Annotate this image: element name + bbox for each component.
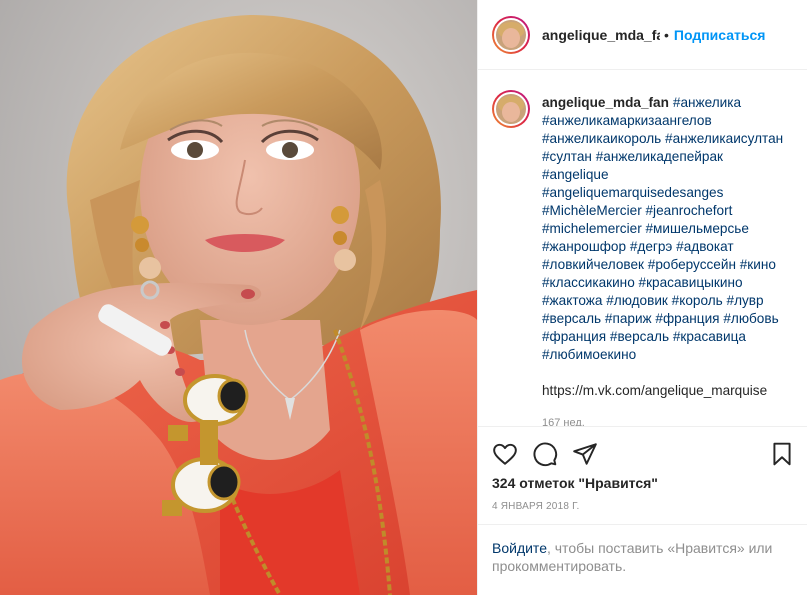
hashtag-link[interactable]: #людовик [606,293,668,308]
hashtag-link[interactable]: #анжеликаисултан [665,131,783,146]
hashtag-link[interactable]: #версаль [542,311,601,326]
hashtag-link[interactable]: #адвокат [676,239,733,254]
caption-avatar[interactable] [492,90,530,128]
bookmark-icon[interactable] [769,441,795,467]
login-link[interactable]: Войдите [492,540,547,556]
caption-area: angelique_mda_fan #анжелика #анжеликамарк… [478,70,807,427]
hashtag-link[interactable]: #лувр [727,293,764,308]
follow-button[interactable]: Подписаться [674,27,766,43]
hashtag-link[interactable]: #angelique [542,167,609,182]
heart-icon[interactable] [492,441,518,467]
hashtag-link[interactable]: #султан [542,149,592,164]
header-username-link[interactable]: angelique_mda_fan [542,27,660,43]
portrait-image [0,0,477,595]
action-bar [478,433,807,475]
login-prompt: Войдите, чтобы поставить «Нравится» или … [478,524,807,595]
avatar-image [494,92,528,126]
hashtag-link[interactable]: #jeanrochefort [646,203,733,218]
hashtag-link[interactable]: #любовь [723,311,778,326]
hashtag-list: #анжелика #анжеликамаркизаангелов #анжел… [542,95,783,362]
caption-text: angelique_mda_fan #анжелика #анжеликамарк… [542,94,787,426]
hashtag-link[interactable]: #анжеликадепейрак [596,149,723,164]
hashtag-link[interactable]: #париж [605,311,652,326]
post-date[interactable]: 4 января 2018 г. [478,491,807,512]
hashtag-link[interactable]: #любимоекино [542,347,636,362]
hashtag-link[interactable]: #анжеликаикороль [542,131,661,146]
hashtag-link[interactable]: #классикакино [542,275,635,290]
hashtag-link[interactable]: #мишельмерсье [646,221,749,236]
hashtag-link[interactable]: #король [672,293,723,308]
separator-dot: • [664,26,669,43]
hashtag-link[interactable]: #MichèleMercier [542,203,642,218]
hashtag-link[interactable]: #версаль [610,329,669,344]
hashtag-link[interactable]: #жактожа [542,293,602,308]
hashtag-link[interactable]: #анжеликамаркизаангелов [542,113,712,128]
caption-age[interactable]: 167 нед. [542,414,787,426]
post-photo[interactable] [0,0,477,595]
likes-count[interactable]: 324 отметок "Нравится" [478,475,807,491]
hashtag-link[interactable]: #красавицыкино [639,275,743,290]
paper-plane-icon[interactable] [572,441,598,467]
avatar[interactable] [492,15,530,54]
hashtag-link[interactable]: #роберуссейн [648,257,736,272]
external-link: https://m.vk.com/angelique_marquise [542,383,768,398]
caption-username-link[interactable]: angelique_mda_fan [542,95,669,110]
hashtag-link[interactable]: #кино [740,257,776,272]
hashtag-link[interactable]: #франция [542,329,606,344]
post-side-panel: angelique_mda_fan • Подписаться angeliqu… [477,0,807,595]
comment-icon[interactable] [532,441,558,467]
hashtag-link[interactable]: #michelemercier [542,221,642,236]
hashtag-link[interactable]: #angeliquemarquisedesanges [542,185,723,200]
hashtag-link[interactable]: #ловкийчеловек [542,257,644,272]
hashtag-link[interactable]: #анжелика [673,95,741,110]
post-header: angelique_mda_fan • Подписаться [478,0,807,70]
hashtag-link[interactable]: #красавица [673,329,746,344]
avatar-image [494,17,528,52]
hashtag-link[interactable]: #франция [655,311,719,326]
instagram-post: angelique_mda_fan • Подписаться angeliqu… [0,0,807,595]
caption-row: angelique_mda_fan #анжелика #анжеликамарк… [492,90,791,426]
hashtag-link[interactable]: #дегрэ [630,239,673,254]
hashtag-link[interactable]: #жанрошфор [542,239,626,254]
